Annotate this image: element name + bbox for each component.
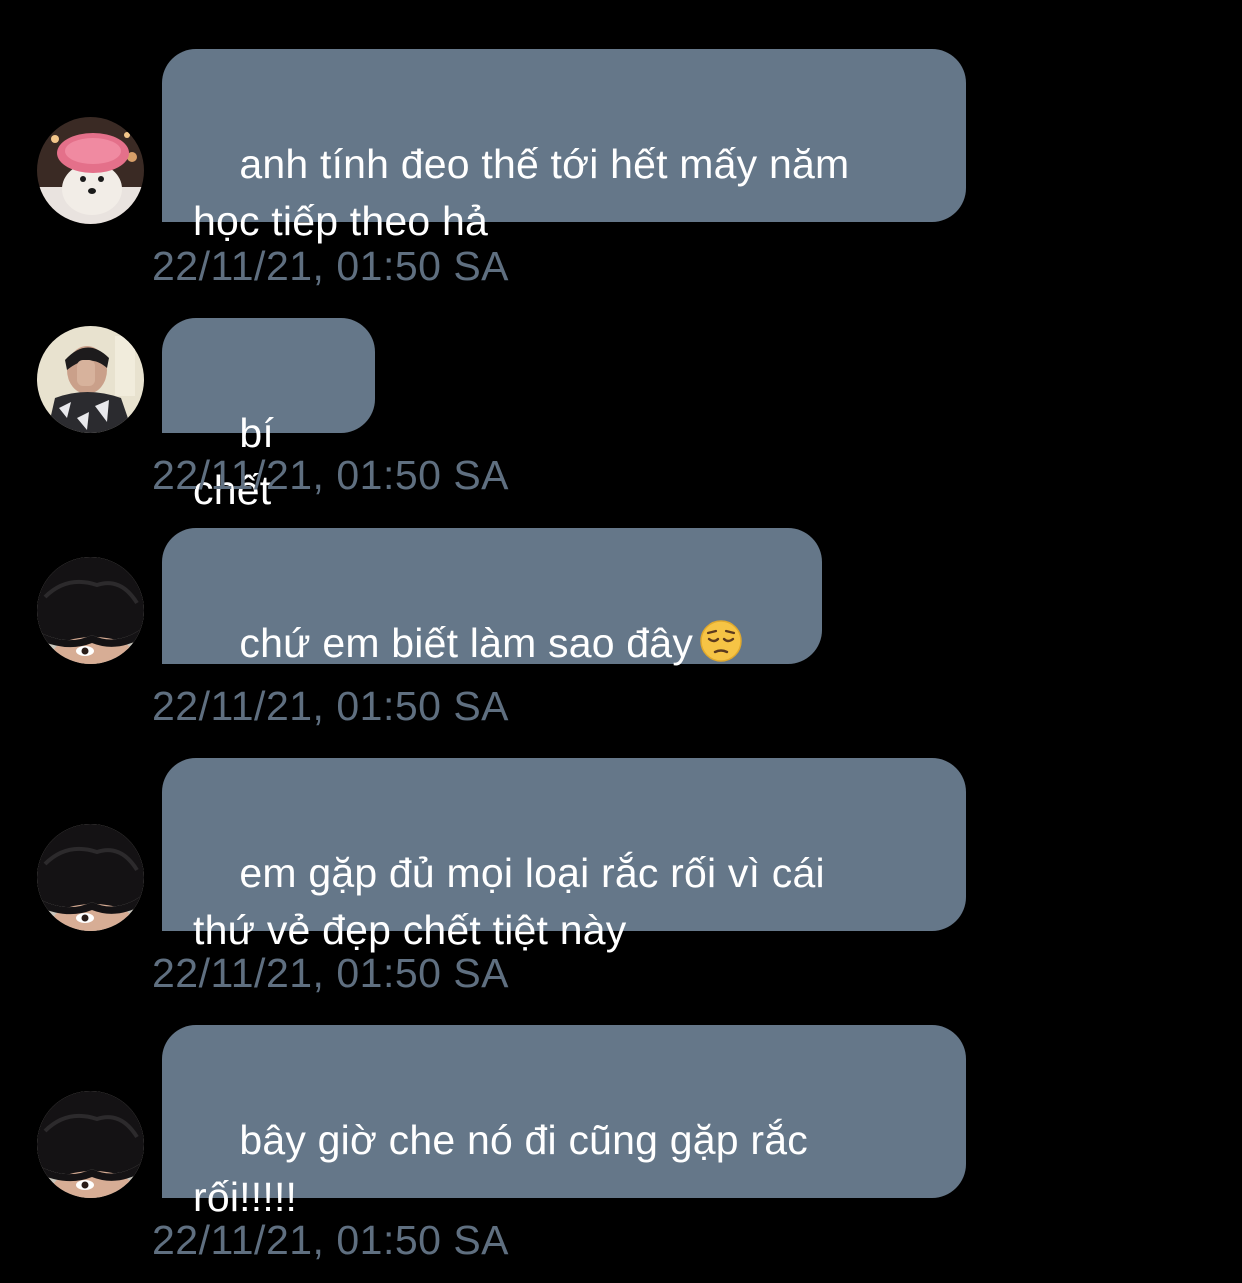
message-bubble[interactable]: bây giờ che nó đi cũng gặp rắc rối!!!!! bbox=[162, 1025, 966, 1220]
message-text: anh tính đeo thế tới hết mấy năm học tiế… bbox=[193, 141, 850, 244]
message-timestamp: 22/11/21, 01:50 SA bbox=[152, 243, 510, 289]
message-text: chứ em biết làm sao đây bbox=[239, 620, 694, 666]
message-bubble[interactable]: em gặp đủ mọi loại rắc rối vì cái thứ vẻ… bbox=[162, 758, 966, 953]
message-bubble[interactable]: anh tính đeo thế tới hết mấy năm học tiế… bbox=[162, 49, 966, 244]
dark-hair-peek-avatar[interactable] bbox=[37, 1091, 144, 1198]
message-timestamp: 22/11/21, 01:50 SA bbox=[152, 452, 510, 498]
message-bubble[interactable]: bí chết bbox=[162, 318, 375, 513]
message-text: bây giờ che nó đi cũng gặp rắc rối!!!!! bbox=[193, 1117, 808, 1220]
message-timestamp: 22/11/21, 01:50 SA bbox=[152, 683, 510, 729]
pensive-face-emoji bbox=[699, 619, 743, 663]
person-covering-face-avatar[interactable] bbox=[37, 326, 144, 433]
dark-hair-peek-avatar[interactable] bbox=[37, 557, 144, 664]
dark-hair-peek-avatar[interactable] bbox=[37, 824, 144, 931]
message-text: em gặp đủ mọi loại rắc rối vì cái thứ vẻ… bbox=[193, 850, 825, 953]
message-timestamp: 22/11/21, 01:50 SA bbox=[152, 950, 510, 996]
dog-with-bath-cap-avatar[interactable] bbox=[37, 117, 144, 224]
message-bubble[interactable]: chứ em biết làm sao đây bbox=[162, 528, 822, 666]
message-timestamp: 22/11/21, 01:50 SA bbox=[152, 1217, 510, 1263]
